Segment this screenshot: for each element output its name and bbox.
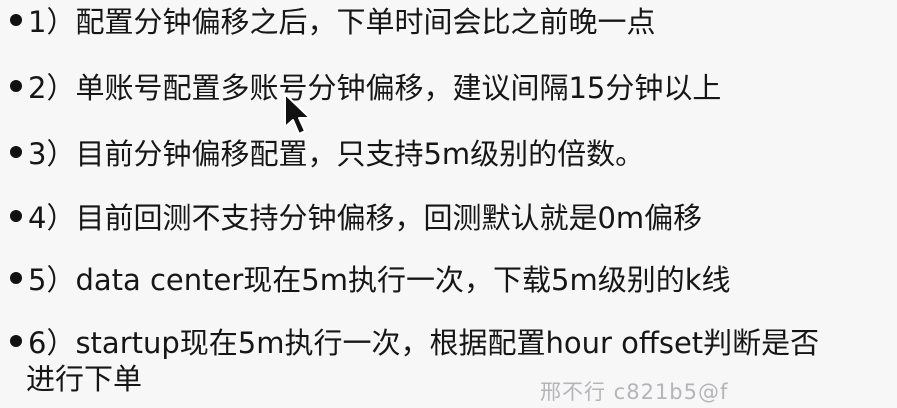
note-text-5: 5）data center现在5m执行一次，下载5m级别的k线 (28, 263, 731, 297)
note-item-4: 4）目前回测不支持分钟偏移，回测默认就是0m偏移 (10, 200, 890, 236)
bullet-icon (10, 146, 22, 158)
note-text-6-continuation: 进行下单 (26, 362, 143, 396)
bullet-icon (10, 335, 22, 347)
watermark: 邢不行 c821b5@f (540, 380, 729, 404)
notes-list: 1）配置分钟偏移之后，下单时间会比之前晚一点 2）单账号配置多账号分钟偏移，建议… (0, 0, 897, 408)
note-item-1: 1）配置分钟偏移之后，下单时间会比之前晚一点 (10, 4, 890, 40)
note-item-6: 6）startup现在5m执行一次，根据配置hour offset判断是否 进行… (10, 325, 890, 397)
note-text-1: 1）配置分钟偏移之后，下单时间会比之前晚一点 (28, 5, 656, 39)
bullet-icon (10, 210, 22, 222)
note-item-2: 2）单账号配置多账号分钟偏移，建议间隔15分钟以上 (10, 70, 890, 106)
note-item-3: 3）目前分钟偏移配置，只支持5m级别的倍数。 (10, 136, 890, 172)
note-text-6: 6）startup现在5m执行一次，根据配置hour offset判断是否 (28, 326, 820, 360)
bullet-icon (10, 272, 22, 284)
note-text-4: 4）目前回测不支持分钟偏移，回测默认就是0m偏移 (28, 201, 703, 235)
note-item-5: 5）data center现在5m执行一次，下载5m级别的k线 (10, 262, 890, 298)
note-text-2: 2）单账号配置多账号分钟偏移，建议间隔15分钟以上 (28, 71, 722, 105)
bullet-icon (10, 14, 22, 26)
bullet-icon (10, 80, 22, 92)
note-text-3: 3）目前分钟偏移配置，只支持5m级别的倍数。 (28, 137, 645, 171)
mouse-pointer-icon (284, 93, 311, 135)
